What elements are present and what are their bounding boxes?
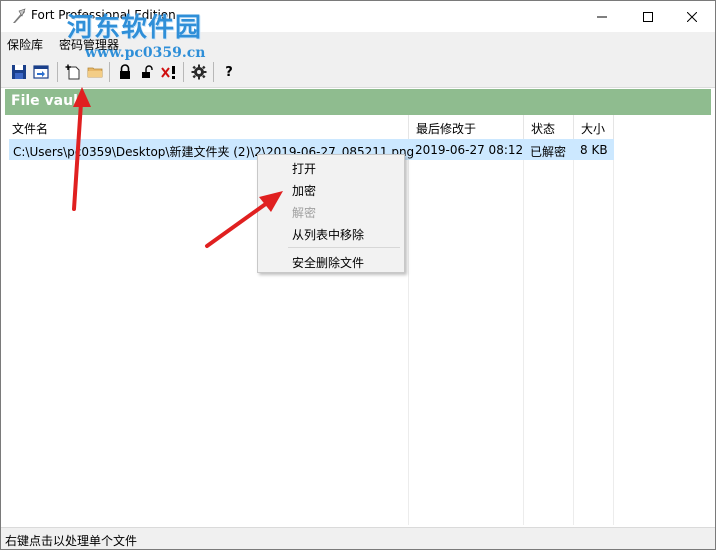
status-text: 右键点击以处理单个文件 [5,534,138,548]
toolbar-separator [109,62,110,82]
toolbar-separator [213,62,214,82]
help-icon: ? [225,64,233,80]
app-window: Fort Professional Edition 保险库 密码管理器 ? 河东… [0,0,716,550]
menu-item-encrypt[interactable]: 加密 [292,182,316,199]
remove-button[interactable] [159,62,179,82]
column-divider [523,139,524,525]
panel-title: File vault [11,93,85,109]
open-folder-button[interactable] [85,62,105,82]
settings-icon [191,64,207,80]
cell-size: 8 KB [580,143,608,157]
save-button[interactable] [9,62,29,82]
folder-icon [87,67,103,78]
maximize-icon [643,11,653,22]
save-icon [12,65,26,79]
help-button[interactable]: ? [219,62,239,82]
menu-item-remove-from-list[interactable]: 从列表中移除 [292,226,364,243]
lock-icon [120,64,130,79]
file-vault-header: File vault [5,89,711,115]
menu-item-secure-delete[interactable]: 安全删除文件 [292,254,364,271]
cell-status: 已解密 [530,145,567,159]
minimize-icon [597,16,607,17]
lock-button[interactable] [115,62,135,82]
import-icon [33,65,49,79]
toolbar-separator [183,62,184,82]
watermark-url: www.pc0359.cn [85,45,206,61]
column-header-filename[interactable]: 文件名 [5,115,409,139]
menu-item-open[interactable]: 打开 [292,160,316,177]
minimize-button[interactable] [579,1,625,32]
column-header-status[interactable]: 状态 [524,115,574,139]
app-feather-icon [13,8,26,23]
menu-item-vault[interactable]: 保险库 [7,36,43,53]
settings-button[interactable] [189,62,209,82]
column-divider [408,139,409,525]
column-header-size[interactable]: 大小 [574,115,614,139]
close-button[interactable] [669,1,715,32]
close-icon [687,11,697,22]
menu-separator [288,247,400,248]
status-bar: 右键点击以处理单个文件 [1,527,715,549]
import-button[interactable] [31,62,51,82]
new-file-icon [65,64,80,80]
new-file-button[interactable] [63,62,83,82]
menu-item-decrypt: 解密 [292,206,317,220]
column-divider [613,139,614,525]
remove-icon [161,66,175,79]
unlock-icon [142,65,153,78]
maximize-button[interactable] [625,1,671,32]
column-header-modified[interactable]: 最后修改于 [409,115,524,139]
cell-modified: 2019-06-27 08:12 [415,143,524,157]
column-divider [573,139,574,525]
toolbar-separator [57,62,58,82]
watermark-logo: 河东软件园 [67,13,203,43]
context-menu: 打开 加密 解密 从列表中移除 安全删除文件 [257,154,405,273]
unlock-button[interactable] [137,62,157,82]
